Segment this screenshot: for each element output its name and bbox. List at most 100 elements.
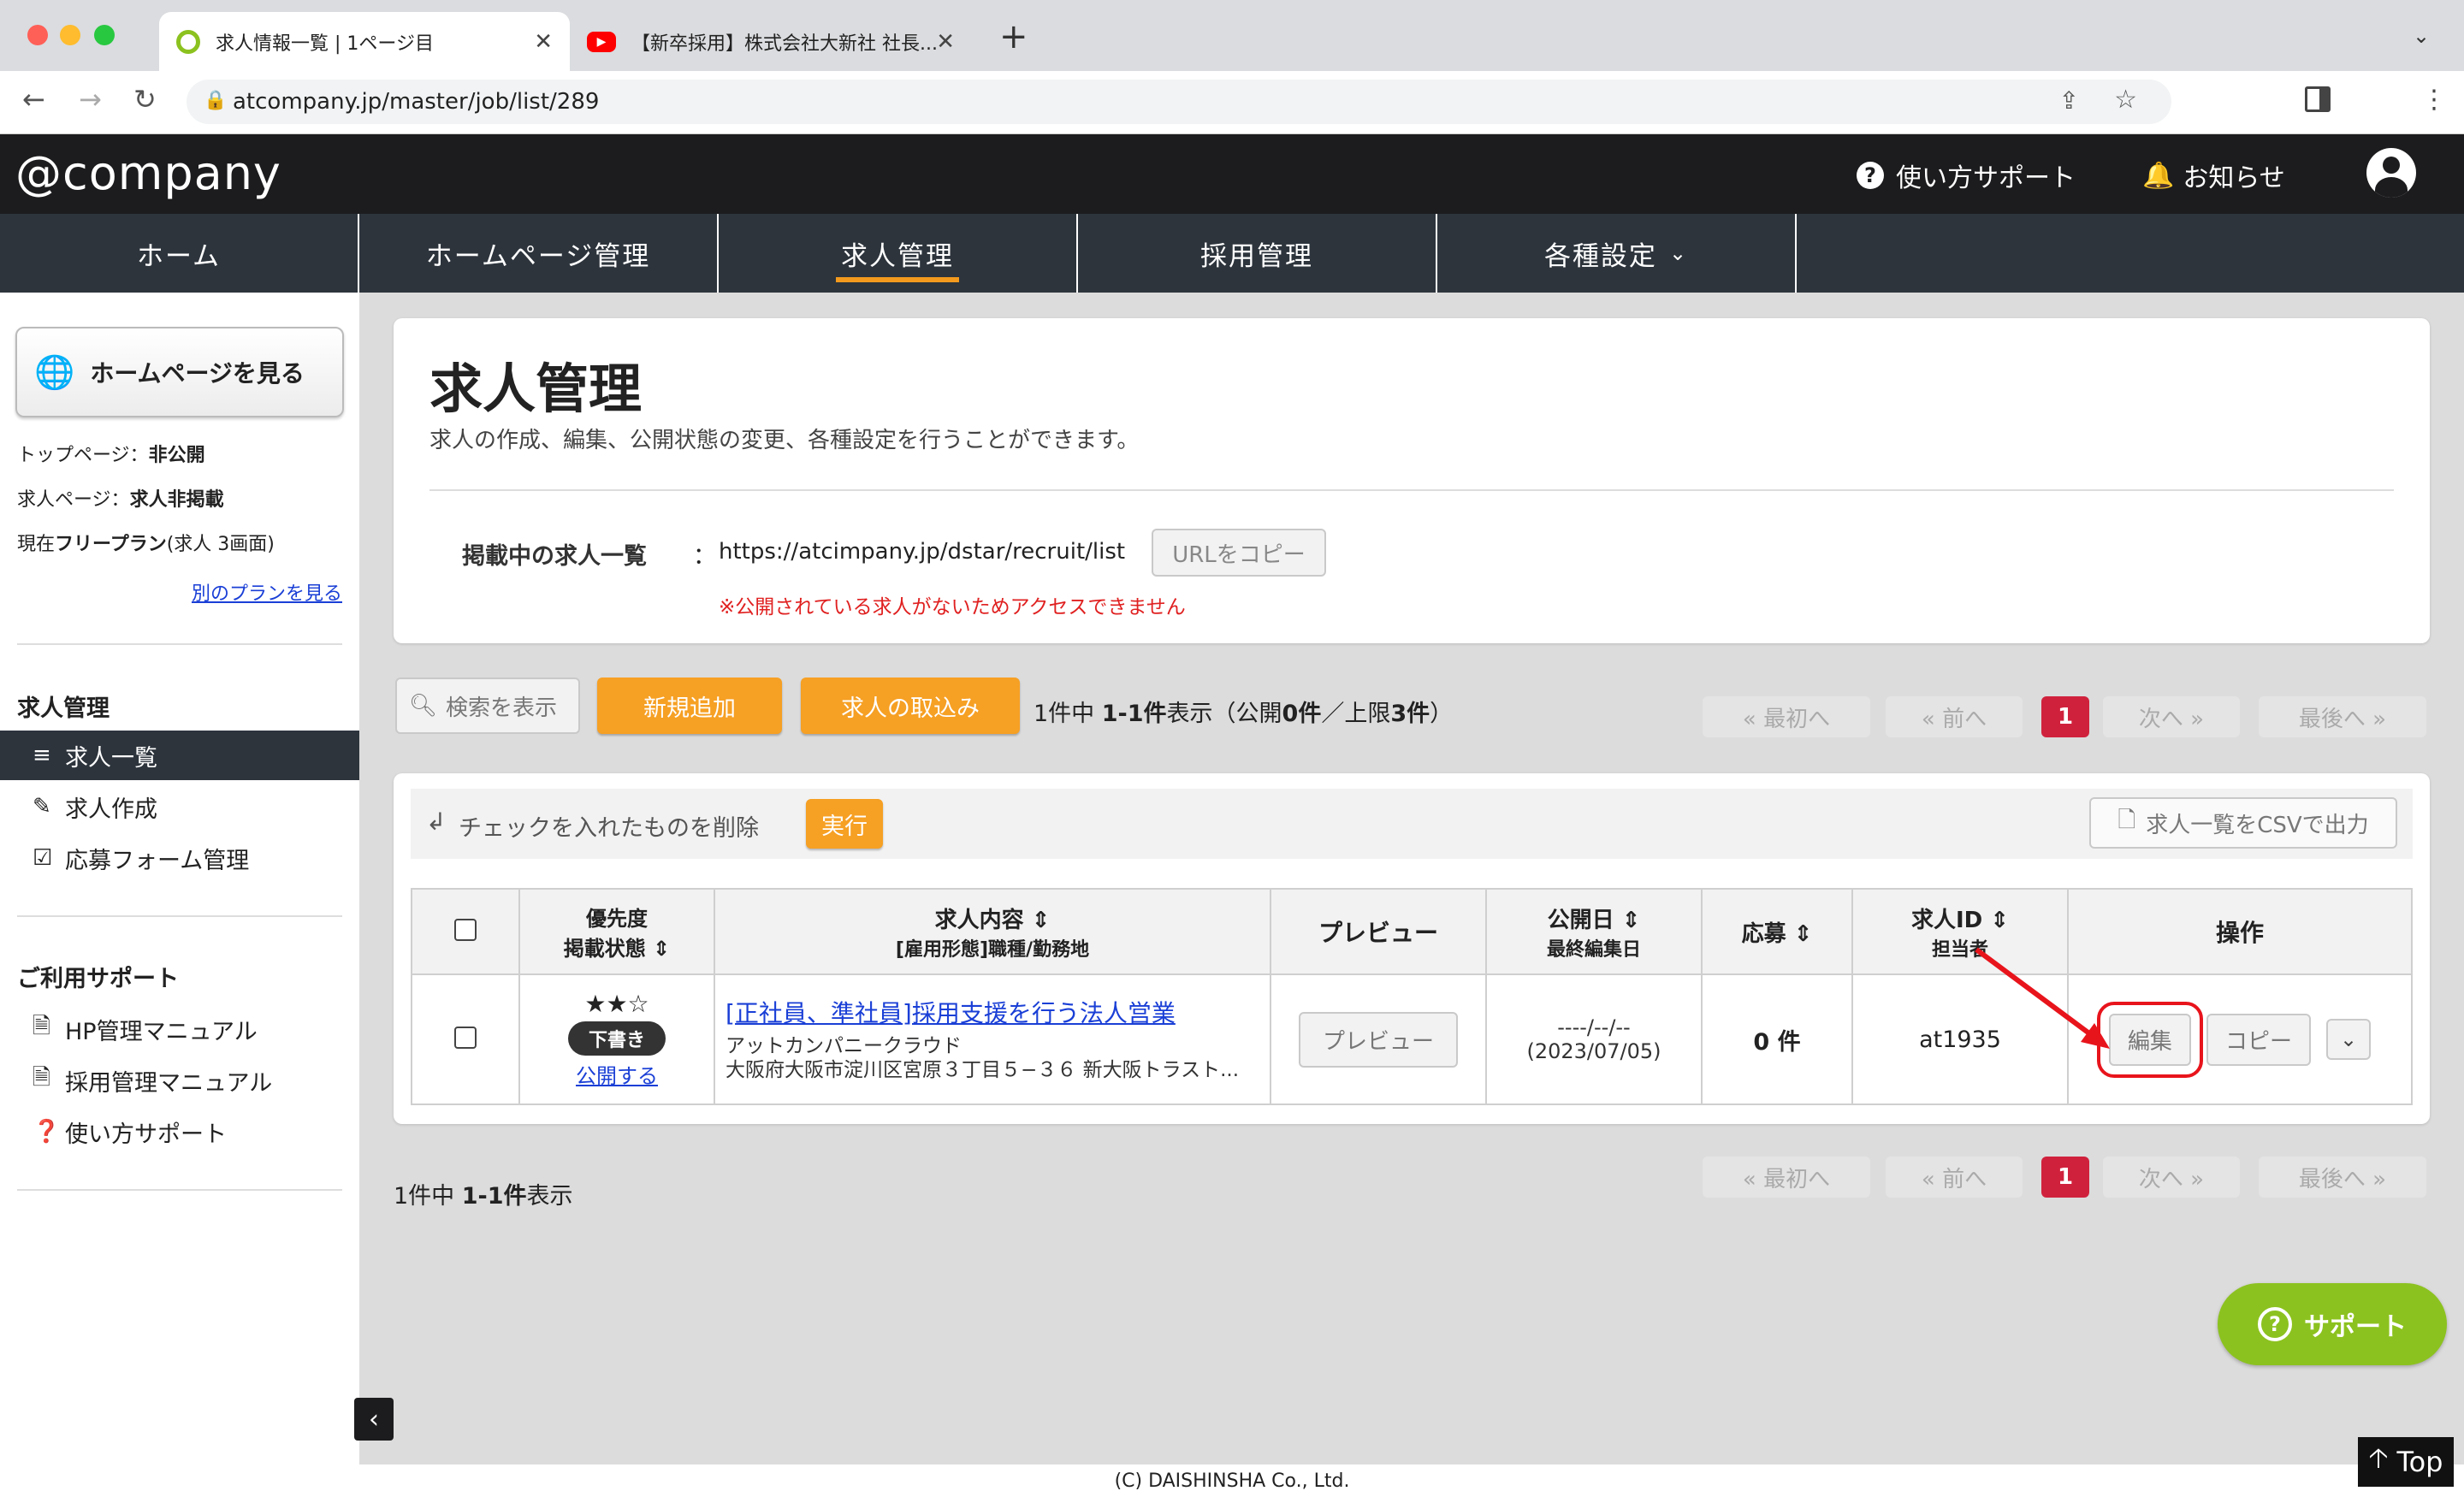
sidebar-item-hp-manual[interactable]: 🗎 HP管理マニュアル	[0, 1004, 359, 1054]
count-limit: 3件	[1390, 701, 1430, 727]
count-limit-label: ／上限	[1321, 701, 1391, 727]
bookmark-star-icon[interactable]: ☆	[2114, 85, 2137, 115]
more-actions-chevron-icon[interactable]: ⌄	[2325, 1019, 2372, 1060]
col-content[interactable]: 求人内容 ⇕ [雇用形態]職種/勤務地	[714, 888, 1271, 975]
add-new-button[interactable]: 新規追加	[597, 677, 782, 734]
close-tab-icon[interactable]: ✕	[534, 29, 553, 55]
address-bar[interactable]: 🔒 atcompany.jp/master/job/list/289 ⇪ ☆	[187, 80, 2171, 124]
view-homepage-button[interactable]: 🌐 ホームページを見る	[15, 327, 344, 417]
pager-first[interactable]: « 最初へ	[1703, 696, 1870, 737]
show-search-button[interactable]: 🔍︎ 検索を表示	[395, 677, 580, 734]
support-button[interactable]: ? サポート	[2218, 1283, 2447, 1365]
pager-first[interactable]: « 最初へ	[1703, 1157, 1870, 1198]
pager-next[interactable]: 次へ »	[2103, 696, 2240, 737]
access-warning: ※公開されている求人がないためアクセスできません	[719, 596, 1186, 618]
collapse-sidebar-chevron-icon[interactable]: ‹	[354, 1398, 394, 1441]
nav-job-management[interactable]: 求人管理	[719, 214, 1078, 293]
search-icon: 🔍︎	[409, 693, 438, 719]
sort-icon[interactable]: ⇕	[1794, 921, 1813, 947]
publish-date: ----/--/--	[1557, 1015, 1631, 1039]
maximize-window-button[interactable]	[94, 25, 115, 45]
close-window-button[interactable]	[27, 25, 48, 45]
nav-settings[interactable]: 各種設定 ⌄	[1437, 214, 1797, 293]
copy-button[interactable]: コピー	[2206, 1013, 2311, 1066]
nav-homepage-label: ホームページ管理	[425, 240, 651, 272]
sidepanel-icon[interactable]	[2305, 86, 2331, 112]
apply-count: 0 件	[1701, 973, 1853, 1105]
youtube-favicon-icon: ▶	[587, 31, 616, 52]
sort-icon[interactable]: ⇕	[1622, 908, 1641, 933]
browser-tab-active[interactable]: 求人情報一覧 | 1ページ目 ✕	[159, 12, 570, 71]
published-list-label: 掲載中の求人一覧	[462, 543, 647, 570]
count-published: 0件	[1282, 701, 1322, 727]
notifications-link[interactable]: 🔔 お知らせ	[2142, 157, 2285, 194]
publish-link[interactable]: 公開する	[576, 1064, 658, 1088]
back-to-top-button[interactable]: 🡡 Top	[2358, 1437, 2454, 1487]
col-content-sub: [雇用形態]職種/勤務地	[895, 938, 1090, 961]
arrow-up-icon: 🡡	[2368, 1441, 2389, 1474]
select-all-cell	[411, 888, 520, 975]
close-tab-icon[interactable]: ✕	[936, 29, 955, 55]
pager-prev[interactable]: « 前へ	[1886, 696, 2023, 737]
sidebar-item-label: HP管理マニュアル	[65, 1018, 258, 1045]
select-all-checkbox[interactable]	[454, 919, 477, 941]
annotation-arrow	[1975, 947, 2110, 1049]
tab-list-chevron-icon[interactable]: ⌄	[2413, 24, 2430, 48]
col-date[interactable]: 公開日 ⇕ 最終編集日	[1485, 888, 1703, 975]
browser-menu-icon[interactable]: ⋮	[2421, 85, 2447, 115]
pager-current[interactable]: 1	[2041, 1157, 2089, 1198]
sort-icon[interactable]: ⇕	[1032, 908, 1051, 933]
result-count: 1件中 1-1件表示（公開0件／上限3件）	[1034, 695, 1453, 728]
row-checkbox[interactable]	[454, 1027, 477, 1049]
reload-icon[interactable]: ↻	[133, 83, 157, 115]
priority-stars[interactable]: ★★☆	[520, 990, 714, 1018]
execute-button[interactable]: 実行	[806, 799, 883, 849]
copyright: (C) DAISHINSHA Co., Ltd.	[1114, 1470, 1350, 1492]
nav-home[interactable]: ホーム	[0, 214, 359, 293]
pager-prev[interactable]: « 前へ	[1886, 1157, 2023, 1198]
nav-homepage-management[interactable]: ホームページ管理	[359, 214, 719, 293]
forward-arrow-icon[interactable]: →	[79, 83, 102, 115]
help-support-link[interactable]: ? 使い方サポート	[1857, 157, 2076, 194]
job-title-link[interactable]: [正社員、準社員]採用支援を行う法人営業	[726, 999, 1176, 1027]
sort-icon[interactable]: ⇕	[1990, 908, 2009, 933]
pager-next[interactable]: 次へ »	[2103, 1157, 2240, 1198]
support-label: サポート	[2304, 1312, 2407, 1342]
bell-icon: 🔔	[2142, 160, 2175, 191]
page-header-card: 求人管理 求人の作成、編集、公開状態の変更、各種設定を行うことができます。 掲載…	[394, 318, 2430, 643]
sidebar-item-job-create[interactable]: ✎ 求人作成	[0, 782, 359, 831]
browser-tab[interactable]: ▶ 【新卒採用】株式会社大新社 社長... ✕	[570, 12, 972, 71]
pager-last[interactable]: 最後へ »	[2259, 1157, 2426, 1198]
col-apply[interactable]: 応募 ⇕	[1701, 888, 1853, 975]
col-priority[interactable]: 優先度 掲載状態 ⇕	[518, 888, 715, 975]
copy-url-button[interactable]: URLをコピー	[1152, 529, 1326, 577]
sidebar-item-job-list[interactable]: ≡ 求人一覧	[0, 731, 359, 780]
sidebar-item-help[interactable]: ❓ 使い方サポート	[0, 1107, 359, 1157]
back-to-top-label: Top	[2396, 1446, 2443, 1478]
col-priority-label: 優先度	[586, 907, 648, 931]
other-plan-link[interactable]: 別のプランを見る	[192, 578, 342, 606]
nav-recruitment-management[interactable]: 採用管理	[1078, 214, 1437, 293]
import-jobs-button[interactable]: 求人の取込み	[801, 677, 1020, 734]
pager-last[interactable]: 最後へ »	[2259, 696, 2426, 737]
count-prefix: 1件中	[1034, 701, 1102, 727]
top-page-status: トップページ：非公開	[17, 440, 205, 467]
share-icon[interactable]: ⇪	[2059, 86, 2079, 115]
pager-current[interactable]: 1	[2041, 696, 2089, 737]
browser-tab-bar: 求人情報一覧 | 1ページ目 ✕ ▶ 【新卒採用】株式会社大新社 社長... ✕…	[0, 0, 2464, 71]
export-csv-label: 求人一覧をCSVで出力	[2146, 812, 2369, 838]
sort-icon[interactable]: ⇕	[653, 937, 670, 961]
export-csv-button[interactable]: 🗋 求人一覧をCSVで出力	[2089, 797, 2397, 849]
view-homepage-label: ホームページを見る	[90, 359, 305, 388]
col-date-sub: 最終編集日	[1546, 938, 1641, 961]
preview-button[interactable]: プレビュー	[1298, 1011, 1458, 1068]
plan-prefix: 現在	[17, 534, 56, 555]
minimize-window-button[interactable]	[60, 25, 80, 45]
user-avatar-icon[interactable]	[2366, 148, 2416, 198]
atcompany-logo[interactable]: @company	[15, 146, 281, 200]
back-arrow-icon[interactable]: ←	[22, 83, 45, 115]
sidebar-item-recruit-manual[interactable]: 🗎 採用管理マニュアル	[0, 1056, 359, 1105]
sidebar-item-form-management[interactable]: ☑ 応募フォーム管理	[0, 833, 359, 883]
top-page-label: トップページ：	[17, 445, 149, 466]
new-tab-button[interactable]: +	[999, 17, 1028, 56]
